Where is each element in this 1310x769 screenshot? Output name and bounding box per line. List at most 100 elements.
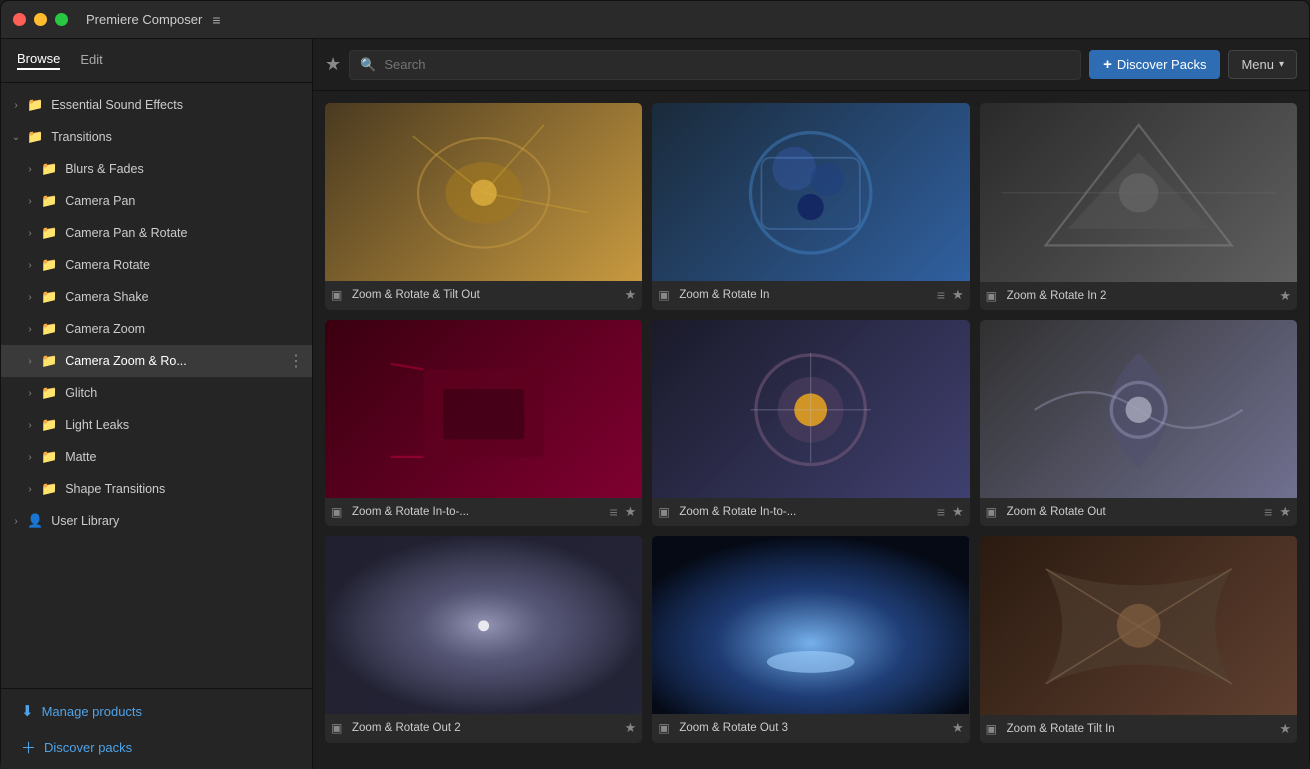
- chevron-right-icon: ›: [23, 292, 37, 303]
- chevron-right-icon: ›: [9, 100, 23, 111]
- card-star-icon[interactable]: ★: [1279, 288, 1291, 304]
- manage-products-action[interactable]: ⬇ Manage products: [1, 693, 312, 729]
- media-card[interactable]: ▣ Zoom & Rotate Out ≡ ★: [980, 320, 1297, 527]
- card-title: Zoom & Rotate & Tilt Out: [352, 289, 620, 301]
- sidebar-item-light-leaks[interactable]: › 📁 Light Leaks: [1, 409, 312, 441]
- tab-browse[interactable]: Browse: [17, 51, 60, 70]
- card-star-icon[interactable]: ★: [1279, 504, 1291, 520]
- app-title: Premiere Composer ≡: [86, 12, 221, 28]
- card-footer: ▣ Zoom & Rotate Out 3 ★: [652, 714, 969, 742]
- card-footer: ▣ Zoom & Rotate & Tilt Out ★: [325, 281, 642, 309]
- menu-button[interactable]: Menu ▾: [1228, 50, 1297, 79]
- clip-icon: ▣: [986, 289, 1002, 303]
- card-footer: ▣ Zoom & Rotate In 2 ★: [980, 282, 1297, 310]
- media-card[interactable]: ▣ Zoom & Rotate In-to-... ≡ ★: [652, 320, 969, 527]
- sidebar-item-camera-zoom[interactable]: › 📁 Camera Zoom: [1, 313, 312, 345]
- card-footer: ▣ Zoom & Rotate Out ≡ ★: [980, 498, 1297, 526]
- chevron-right-icon: ›: [23, 228, 37, 239]
- sidebar-item-glitch[interactable]: › 📁 Glitch: [1, 377, 312, 409]
- card-star-icon[interactable]: ★: [625, 287, 637, 303]
- card-menu-icon[interactable]: ≡: [608, 504, 620, 520]
- sidebar-item-camera-zoom-rotate[interactable]: › 📁 Camera Zoom & Ro... ⋮: [1, 345, 312, 377]
- card-title: Zoom & Rotate In-to-...: [352, 506, 603, 518]
- media-card[interactable]: ▣ Zoom & Rotate Out 3 ★: [652, 536, 969, 743]
- folder-icon: 📁: [41, 385, 57, 401]
- sidebar-item-camera-rotate[interactable]: › 📁 Camera Rotate: [1, 249, 312, 281]
- card-star-icon[interactable]: ★: [952, 287, 964, 303]
- sidebar-item-blurs-fades[interactable]: › 📁 Blurs & Fades: [1, 153, 312, 185]
- chevron-right-icon: ›: [23, 484, 37, 495]
- card-title: Zoom & Rotate Out: [1007, 506, 1258, 518]
- sidebar-item-matte[interactable]: › 📁 Matte: [1, 441, 312, 473]
- media-thumbnail: [652, 536, 969, 714]
- search-icon: 🔍: [360, 57, 376, 73]
- card-menu-icon[interactable]: ≡: [1262, 504, 1274, 520]
- folder-icon: 📁: [41, 289, 57, 305]
- discover-packs-action[interactable]: ＋ Discover packs: [1, 729, 312, 765]
- top-right-buttons: + Discover Packs Menu ▾: [1089, 50, 1297, 79]
- hamburger-icon[interactable]: ≡: [212, 12, 220, 28]
- card-title: Zoom & Rotate Out 3: [679, 722, 947, 734]
- card-star-icon[interactable]: ★: [625, 720, 637, 736]
- media-thumbnail: [980, 320, 1297, 499]
- media-card[interactable]: ▣ Zoom & Rotate Out 2 ★: [325, 536, 642, 743]
- thumb-visual: [980, 103, 1297, 282]
- media-card[interactable]: ▣ Zoom & Rotate Tilt In ★: [980, 536, 1297, 743]
- media-card[interactable]: ▣ Zoom & Rotate In ≡ ★: [652, 103, 969, 310]
- card-star-icon[interactable]: ★: [952, 720, 964, 736]
- chevron-right-icon: ›: [23, 196, 37, 207]
- card-star-icon[interactable]: ★: [625, 504, 637, 520]
- chevron-right-icon: ›: [23, 324, 37, 335]
- media-thumbnail: [325, 320, 642, 498]
- thumb-visual: [652, 103, 969, 281]
- thumb-visual: [652, 320, 969, 498]
- favorites-filter-icon[interactable]: ★: [325, 54, 341, 75]
- folder-icon: 📁: [41, 193, 57, 209]
- sidebar-item-camera-pan[interactable]: › 📁 Camera Pan: [1, 185, 312, 217]
- folder-icon: 📁: [41, 257, 57, 273]
- card-menu-icon[interactable]: ≡: [935, 287, 947, 303]
- sidebar-item-transitions[interactable]: ⌄ 📁 Transitions: [1, 121, 312, 153]
- chevron-right-icon: ›: [23, 388, 37, 399]
- card-menu-icon[interactable]: ≡: [935, 504, 947, 520]
- tab-edit[interactable]: Edit: [80, 52, 102, 69]
- chevron-right-icon: ›: [23, 420, 37, 431]
- discover-packs-button[interactable]: + Discover Packs: [1089, 50, 1220, 79]
- search-input[interactable]: [384, 57, 1070, 72]
- media-card[interactable]: ▣ Zoom & Rotate In-to-... ≡ ★: [325, 320, 642, 527]
- minimize-btn[interactable]: [34, 13, 47, 26]
- sidebar-item-user-library[interactable]: › 👤 User Library: [1, 505, 312, 537]
- sidebar-item-camera-pan-rotate[interactable]: › 📁 Camera Pan & Rotate: [1, 217, 312, 249]
- media-thumbnail: [325, 536, 642, 714]
- chevron-right-icon: ›: [23, 356, 37, 367]
- folder-icon: 📁: [41, 417, 57, 433]
- clip-icon: ▣: [986, 722, 1002, 736]
- card-star-icon[interactable]: ★: [1279, 721, 1291, 737]
- user-library-icon: 👤: [27, 513, 43, 529]
- chevron-right-icon: ›: [23, 164, 37, 175]
- sidebar-item-camera-shake[interactable]: › 📁 Camera Shake: [1, 281, 312, 313]
- folder-icon: 📁: [41, 449, 57, 465]
- folder-icon: 📁: [41, 353, 57, 369]
- card-footer: ▣ Zoom & Rotate In-to-... ≡ ★: [325, 498, 642, 526]
- sidebar-item-shape-transitions[interactable]: › 📁 Shape Transitions: [1, 473, 312, 505]
- close-btn[interactable]: [13, 13, 26, 26]
- card-footer: ▣ Zoom & Rotate Out 2 ★: [325, 714, 642, 742]
- main-layout: Browse Edit › 📁 Essential Sound Effects …: [1, 39, 1309, 769]
- clip-icon: ▣: [331, 721, 347, 735]
- more-options-icon[interactable]: ⋮: [288, 351, 304, 371]
- clip-icon: ▣: [986, 505, 1002, 519]
- media-card[interactable]: ▣ Zoom & Rotate & Tilt Out ★: [325, 103, 642, 310]
- thumb-visual: [980, 320, 1297, 499]
- maximize-btn[interactable]: [55, 13, 68, 26]
- card-star-icon[interactable]: ★: [952, 504, 964, 520]
- thumb-visual: [980, 536, 1297, 715]
- card-title: Zoom & Rotate Tilt In: [1007, 723, 1275, 735]
- folder-icon: 📁: [41, 321, 57, 337]
- chevron-right-icon: ›: [23, 452, 37, 463]
- sidebar-item-essential-sound[interactable]: › 📁 Essential Sound Effects: [1, 89, 312, 121]
- plus-icon: ＋: [21, 737, 36, 758]
- folder-icon: 📁: [41, 481, 57, 497]
- media-card[interactable]: ▣ Zoom & Rotate In 2 ★: [980, 103, 1297, 310]
- card-title: Zoom & Rotate In: [679, 289, 930, 301]
